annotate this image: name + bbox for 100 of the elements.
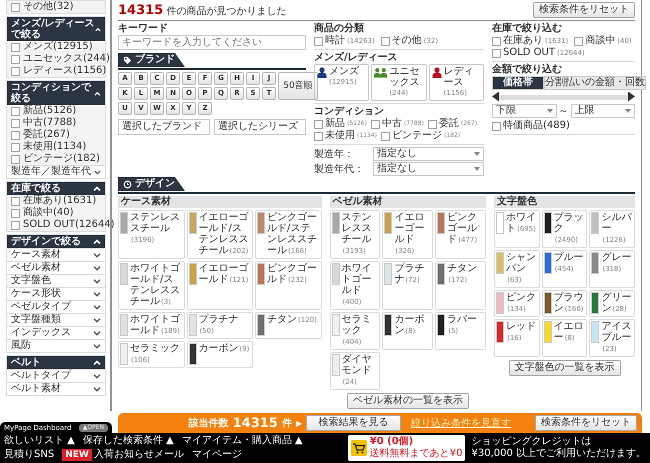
dropdown-arrow-icon <box>474 167 480 171</box>
design-group-header: ベゼル素材 <box>330 196 486 208</box>
filter-dropdown[interactable]: 文字盤色 <box>7 274 105 287</box>
filter-dropdown[interactable]: ケース素材 <box>7 248 105 261</box>
filter-section-header[interactable]: コンディションで絞る <box>7 81 105 105</box>
filter-option-label: 新品(5126) <box>23 105 76 116</box>
filter-dropdown[interactable]: ベルト素材 <box>7 382 105 395</box>
filter-option-label: 商談中(40) <box>23 207 74 219</box>
dashboard-link[interactable]: マイアイテム・購入商品 ▲ <box>182 435 303 447</box>
checkbox[interactable] <box>11 154 20 164</box>
reset-button[interactable]: 検索条件をリセット <box>533 2 635 18</box>
keyword-field[interactable]: キーワードを入力してください <box>118 35 306 50</box>
condition-heading: コンディション <box>314 106 385 118</box>
option-label: その他 <box>392 35 422 47</box>
credit-note: ¥30,000 以上でご利用いただけます。 <box>471 448 646 460</box>
checkbox[interactable] <box>11 130 20 140</box>
filter-section-header[interactable]: ベルト <box>7 356 105 369</box>
checkbox[interactable] <box>11 42 20 52</box>
checkbox[interactable] <box>492 48 501 58</box>
checkbox[interactable] <box>11 106 20 116</box>
gender-label: レディース <box>444 66 475 88</box>
checkbox[interactable] <box>380 132 390 140</box>
option-label: ビンテージ <box>392 130 442 142</box>
price-range-slider[interactable] <box>492 92 635 102</box>
design-tab[interactable]: デザイン <box>118 177 185 191</box>
match-count-label: 該当件数 <box>188 416 229 430</box>
caret-icon <box>93 239 101 244</box>
gender-label: ユニセックス <box>389 66 420 88</box>
dashboard-link[interactable]: 欲しいリスト ▲ <box>4 435 75 447</box>
price-mode-tab[interactable]: 分割払いの金額・回数 <box>544 76 646 90</box>
price-mode-tab[interactable]: 価格帯 <box>492 76 544 90</box>
checkbox[interactable] <box>370 120 380 128</box>
checkbox[interactable] <box>314 36 323 46</box>
filter-section-header[interactable]: 在庫で絞る <box>7 182 105 195</box>
selected-brand-field[interactable]: 選択したブランド <box>118 118 210 134</box>
dashboard-link[interactable]: 見積りSNS <box>4 449 54 461</box>
filter-dropdown[interactable]: 風防 <box>7 339 105 352</box>
checkbox[interactable] <box>314 120 323 128</box>
filter-dropdown[interactable]: ベゼルタイプ <box>7 300 105 313</box>
filter-option-label: ユニセックス(244) <box>23 53 110 65</box>
filter-option-label: 未使用(1134) <box>23 141 86 153</box>
option-label: 在庫あり <box>503 35 543 47</box>
max-price-select[interactable]: 上限 <box>570 104 635 118</box>
checkbox[interactable] <box>11 54 20 64</box>
checkbox[interactable] <box>11 66 20 76</box>
filter-dropdown[interactable]: ベルトタイプ <box>7 369 105 382</box>
option-label: SOLD OUT <box>503 47 555 59</box>
filter-option-label: レディース(1156) <box>23 65 106 77</box>
filter-dropdown[interactable]: 文字盤種類 <box>7 313 105 326</box>
option-label: 商談中 <box>585 35 616 47</box>
checkbox[interactable] <box>11 220 20 230</box>
year-select[interactable]: 指定なし <box>373 162 484 176</box>
filter-dropdown[interactable]: ベゼル素材 <box>7 261 105 274</box>
checkbox[interactable] <box>380 36 390 46</box>
checkbox[interactable] <box>11 196 20 206</box>
arrow-icon: ▶ <box>296 418 302 428</box>
checkbox[interactable] <box>11 2 20 12</box>
checkbox[interactable] <box>314 132 323 140</box>
design-group-header: 文字盤色 <box>494 196 635 208</box>
filter-option-label: 中古(7788) <box>23 117 76 128</box>
selected-series-field[interactable]: 選択したシリーズ <box>214 118 306 134</box>
count-unit: 件 <box>282 416 292 430</box>
filter-dropdown[interactable]: ケース形状 <box>7 287 105 300</box>
option-label: 委託 <box>438 118 459 130</box>
category-heading: 商品の分類 <box>314 23 365 34</box>
filter-section-header[interactable]: デザインで絞る <box>7 235 105 248</box>
view-results-button[interactable]: 検索結果を見る <box>306 415 401 431</box>
range-separator: ～ <box>558 105 568 118</box>
dashboard-link[interactable]: 保存した検索条件 ▲ <box>82 435 174 447</box>
checkbox[interactable] <box>574 36 584 46</box>
show-all-button[interactable]: 文字盤色の一覧を表示 <box>508 360 621 376</box>
checkbox[interactable] <box>11 142 20 152</box>
cart-summary[interactable]: ¥0 (0個) 送料無料まであと¥0 <box>348 435 466 461</box>
year-select[interactable]: 指定なし <box>373 147 484 161</box>
checkbox[interactable] <box>492 36 501 46</box>
option-label: 中古 <box>382 118 402 130</box>
filter-option-label: 在庫あり(1631) <box>23 195 96 206</box>
option-label: 未使用 <box>325 130 355 142</box>
dashboard-link[interactable]: 入荷お知らせメール <box>94 449 184 461</box>
brand-tab[interactable]: ブランド <box>118 53 185 67</box>
dashboard-link[interactable]: マイページ <box>192 449 242 461</box>
checkbox[interactable] <box>11 208 20 218</box>
checkbox[interactable] <box>492 122 501 130</box>
show-all-button[interactable]: ベゼル素材の一覧を表示 <box>346 392 469 408</box>
caret-icon <box>94 90 101 96</box>
filter-dropdown[interactable]: インデックス <box>7 326 105 339</box>
price-heading: 金額で絞り込む <box>492 64 563 76</box>
min-price-select[interactable]: 下限 <box>492 104 556 118</box>
filter-section-header[interactable]: メンズ/レディースで絞る <box>7 17 105 41</box>
slider-handle[interactable] <box>628 92 635 102</box>
dropdown-arrow-icon <box>546 109 552 113</box>
gender-label: メンズ <box>329 66 359 77</box>
filter-dropdown[interactable]: 製造年／製造年代 <box>7 165 105 178</box>
reset-button[interactable]: 検索条件をリセット <box>535 415 637 431</box>
design-group-header: ケース素材 <box>118 196 322 208</box>
checkbox[interactable] <box>428 120 437 128</box>
slider-handle[interactable] <box>492 92 499 102</box>
checkbox[interactable] <box>11 118 20 128</box>
kana-order-button[interactable]: 50音順 <box>278 72 318 100</box>
gender-heading: メンズ/レディース <box>314 52 399 64</box>
